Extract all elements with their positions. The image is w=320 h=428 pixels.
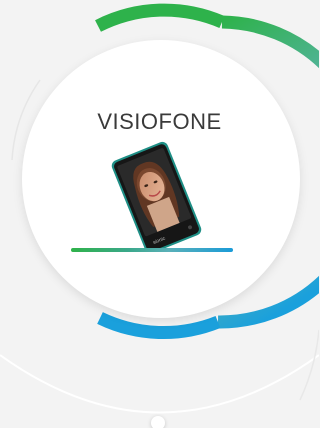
visiofone-widget: VISIOFONE sionic [0, 0, 319, 428]
card-title: VISIOFONE [97, 109, 222, 134]
progress-fill [71, 248, 233, 252]
carousel-handle[interactable] [151, 416, 165, 428]
smartphone-icon: sionic [111, 141, 202, 250]
progress-bar [71, 248, 233, 252]
